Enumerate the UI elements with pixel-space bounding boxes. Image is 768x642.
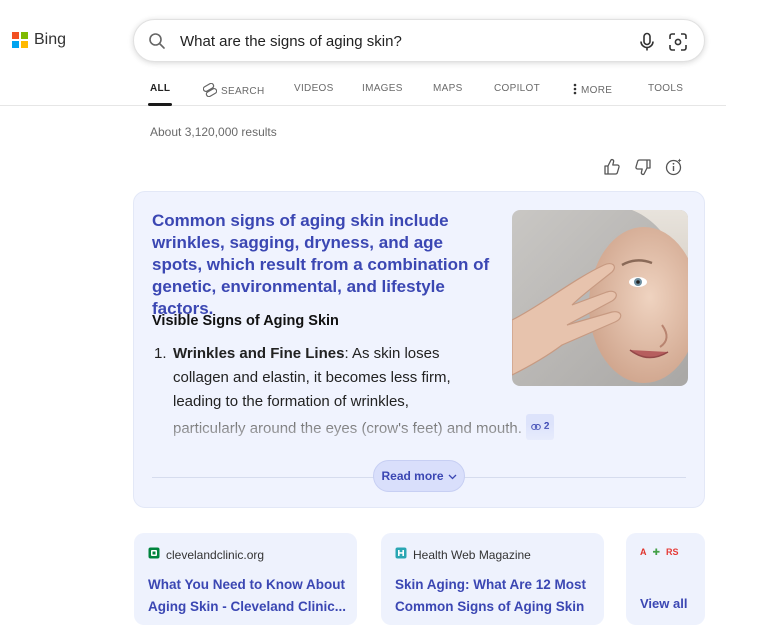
tab-more[interactable]: MORE — [573, 83, 612, 98]
source-logo: RS — [666, 547, 679, 557]
thumbs-up-icon[interactable] — [602, 157, 622, 177]
microphone-icon[interactable] — [638, 32, 656, 57]
tab-all[interactable]: ALL — [147, 83, 173, 106]
tab-copilot[interactable]: COPILOT — [494, 83, 540, 94]
tab-search[interactable]: SEARCH — [202, 82, 264, 100]
source-card[interactable]: clevelandclinic.org What You Need to Kno… — [134, 533, 357, 625]
answer-card: Common signs of aging skin include wrink… — [133, 191, 705, 508]
more-sources-card[interactable]: A ✚ RS View all — [626, 533, 705, 625]
list-item-text: : As skin loses — [344, 345, 440, 362]
chevron-down-icon — [448, 469, 457, 483]
thumbs-down-icon[interactable] — [633, 157, 653, 177]
more-vertical-icon — [573, 83, 577, 98]
more-sources-logos: A ✚ RS — [640, 547, 679, 558]
bing-logo[interactable]: Bing — [12, 31, 66, 49]
source-site: clevelandclinic.org — [148, 547, 264, 562]
search-box[interactable]: What are the signs of aging skin? — [133, 19, 705, 62]
microsoft-logo-icon — [12, 32, 28, 48]
copilot-search-icon — [202, 82, 218, 100]
search-icon[interactable] — [148, 32, 166, 55]
read-more-button[interactable]: Read more — [373, 460, 465, 492]
source-card[interactable]: Health Web Magazine Skin Aging: What Are… — [381, 533, 604, 625]
list-item-term: Wrinkles and Fine Lines — [173, 345, 345, 362]
search-tabs: ALL SEARCH VIDEOS IMAGES MAPS COPILOT MO… — [0, 72, 726, 106]
visual-search-icon[interactable] — [668, 32, 688, 57]
health-web-magazine-favicon-icon — [395, 547, 407, 562]
list-item-number: 1. — [154, 345, 167, 362]
source-logo: A — [640, 547, 647, 557]
answer-feedback — [602, 157, 684, 177]
tab-maps[interactable]: MAPS — [433, 83, 463, 94]
list-item-text: leading to the formation of wrinkles, — [173, 393, 409, 410]
info-icon[interactable] — [664, 157, 684, 177]
answer-subheading: Visible Signs of Aging Skin — [152, 313, 339, 329]
answer-headline: Common signs of aging skin include wrink… — [152, 211, 490, 318]
tab-images[interactable]: IMAGES — [362, 83, 403, 94]
answer-fade — [134, 424, 704, 454]
source-site: Health Web Magazine — [395, 547, 531, 562]
tab-videos[interactable]: VIDEOS — [294, 83, 334, 94]
brand-name: Bing — [34, 31, 67, 48]
source-title[interactable]: What You Need to Know About Aging Skin -… — [148, 574, 348, 618]
source-logo: ✚ — [652, 547, 661, 557]
cleveland-clinic-favicon-icon — [148, 547, 160, 562]
results-count: About 3,120,000 results — [150, 125, 277, 139]
search-input[interactable]: What are the signs of aging skin? — [180, 33, 402, 50]
view-all-link[interactable]: View all — [640, 596, 687, 611]
list-item-text: collagen and elastin, it becomes less fi… — [173, 369, 451, 386]
source-title[interactable]: Skin Aging: What Are 12 Most Common Sign… — [395, 574, 595, 618]
tab-tools[interactable]: TOOLS — [648, 83, 683, 94]
